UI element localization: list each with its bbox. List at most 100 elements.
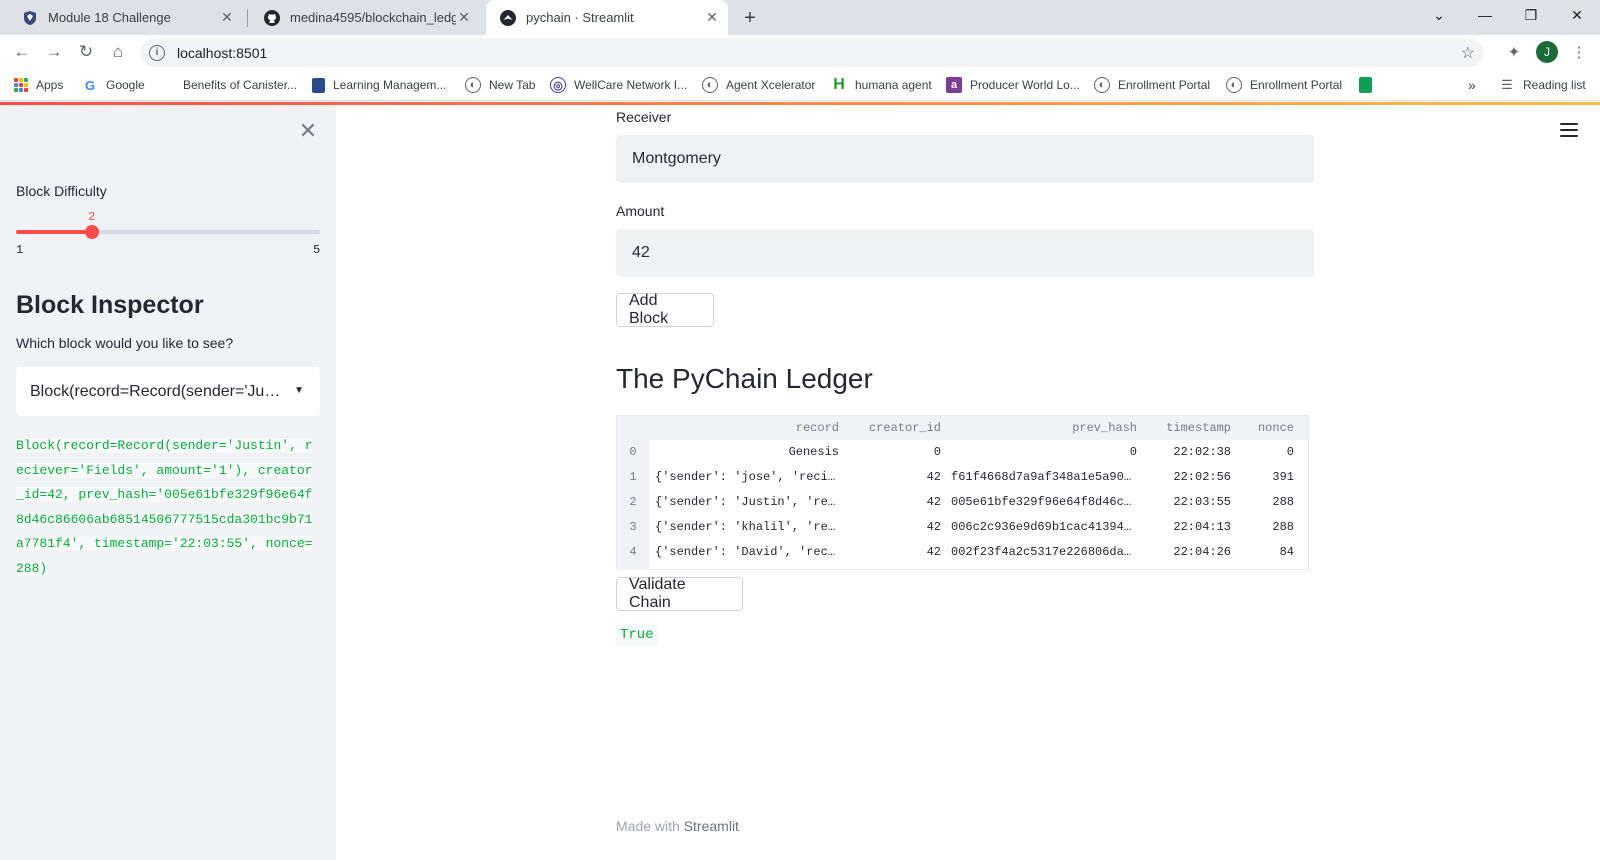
cell-creator-id: 42 [926,495,941,509]
amount-input[interactable]: 42 [616,229,1314,277]
bookmark-learning[interactable]: Learning Managem... [312,75,446,95]
address-bar[interactable]: i localhost:8501 ☆ [141,38,1483,67]
slider-thumb[interactable] [85,225,99,239]
wellcare-icon: ◎ [550,77,566,93]
bookmark-google[interactable]: G Google [82,75,145,95]
ledger-heading: The PyChain Ledger [616,363,873,394]
close-sidebar-icon[interactable]: ✕ [296,118,320,143]
block-selectbox[interactable]: Block(record=Record(sender='Justin', rec… [16,367,320,416]
globe-icon: ◐ [1226,77,1242,93]
streamlit-link[interactable]: Streamlit [684,818,739,834]
cell-prev-hash: 002f23f4a2c5317e226806daa… [951,545,1137,559]
bookmark-benefits[interactable]: Benefits of Canister... [159,75,297,95]
reading-list-label: Reading list [1523,78,1586,92]
back-arrow-icon[interactable]: ← [10,40,34,64]
reload-icon[interactable]: ↻ [74,40,98,64]
forward-arrow-icon[interactable]: → [42,40,66,64]
globe-icon: ◐ [465,77,481,93]
home-icon[interactable]: ⌂ [106,40,130,64]
bookmark-label: Producer World Lo... [970,78,1080,92]
cell-record: {'sender': 'David', 'reci… [655,545,839,559]
apps-grid-icon [14,78,28,92]
aetna-icon: a [946,77,962,93]
streamlit-icon [500,9,516,26]
column-header-prev-hash: prev_hash [1072,421,1137,435]
block-difficulty-slider[interactable]: 2 [16,210,320,239]
minimize-icon[interactable]: — [1462,0,1508,30]
cell-creator-id: 42 [926,545,941,559]
cell-record: {'sender': 'Justin', 'rec… [655,495,839,509]
block-output-text: Block(record=Record(sender='Justin', rec… [16,438,313,576]
reading-list-icon: ☰ [1501,77,1513,92]
cell-timestamp: 22:02:38 [1173,445,1231,459]
github-icon [264,9,280,26]
add-block-button[interactable]: Add Block [616,292,714,327]
browser-tab-bar: Module 18 Challenge ✕ medina4595/blockch… [0,0,1600,35]
sidebar: ✕ Block Difficulty 2 1 5 Block Inspector… [0,105,336,860]
info-icon[interactable]: i [149,44,165,61]
tab-title: Module 18 Challenge [48,10,171,25]
globe-icon: ◐ [1094,77,1110,93]
browser-tab-module18[interactable]: Module 18 Challenge ✕ [8,0,243,35]
block-difficulty-label: Block Difficulty [16,183,107,199]
bookmark-sheets[interactable] [1359,75,1380,95]
footer-prefix: Made with [616,818,680,834]
ledger-table[interactable]: record creator_id prev_hash timestamp no… [616,415,1309,570]
cell-timestamp: 22:04:13 [1173,520,1231,534]
column-header-nonce: nonce [1257,421,1294,435]
bookmark-humana[interactable]: H humana agent [831,75,932,95]
cell-record: {'sender': 'khalil', 'rec… [655,520,839,534]
restore-icon[interactable]: ❐ [1508,0,1554,30]
validate-chain-button[interactable]: Validate Chain [616,576,743,611]
cell-prev-hash: f61f4668d7a9af348a1e5a90c… [951,470,1137,484]
row-index: 4 [629,545,637,559]
bookmark-enrollment-1[interactable]: ◐ Enrollment Portal [1094,75,1210,95]
cell-nonce: 288 [1272,495,1294,509]
bookmarks-overflow-icon[interactable]: » [1468,75,1476,95]
table-header: record creator_id prev_hash timestamp no… [617,416,1308,440]
bookmark-label: Learning Managem... [333,78,447,92]
close-icon[interactable]: ✕ [219,9,235,26]
browser-tab-pychain[interactable]: pychain · Streamlit ✕ [486,0,728,35]
bookmark-apps[interactable]: Apps [14,75,63,95]
browser-tab-github[interactable]: medina4595/blockchain_ledger ✕ [250,0,480,35]
cell-creator-id: 42 [926,470,941,484]
cell-nonce: 84 [1279,545,1294,559]
url-text: localhost:8501 [177,44,268,61]
blank-icon [159,77,175,93]
caret-down-icon: ▼ [294,385,304,396]
shield-icon [22,10,38,26]
bookmark-label: Enrollment Portal [1118,78,1211,92]
cell-prev-hash: 006c2c936e9d69b1cac413949… [951,520,1137,534]
bookmark-agentx[interactable]: ◐ Agent Xcelerator [702,75,815,95]
slider-max-label: 5 [313,243,321,257]
tab-search-icon[interactable]: ⌄ [1416,0,1462,30]
selectbox-value: Block(record=Record(sender='Justin', rec… [30,382,282,400]
bookmark-newtab[interactable]: ◐ New Tab [465,75,535,95]
bookmark-label: Agent Xcelerator [726,78,816,92]
hamburger-menu-icon[interactable] [1560,123,1578,137]
kebab-menu-icon[interactable]: ⋮ [1568,41,1590,63]
bookmark-label: New Tab [489,78,536,92]
bookmark-star-icon[interactable]: ☆ [1461,43,1475,63]
close-icon[interactable]: ✕ [704,9,720,26]
footer: Made with Streamlit [616,818,739,834]
cell-timestamp: 22:02:56 [1173,470,1231,484]
bookmark-label: WellCare Network I... [574,78,688,92]
cell-record: {'sender': 'jose', 'recie… [655,470,839,484]
cell-creator-id: 0 [933,445,941,459]
bookmark-producer[interactable]: a Producer World Lo... [946,75,1080,95]
main-content: Receiver Montgomery Amount 42 Add Block … [336,105,1600,860]
row-index: 2 [629,495,637,509]
receiver-input[interactable]: Montgomery [616,135,1314,183]
bookmark-wellcare[interactable]: ◎ WellCare Network I... [550,75,687,95]
profile-avatar[interactable]: J [1536,41,1558,63]
new-tab-button[interactable]: + [738,6,762,30]
bookmark-enrollment-2[interactable]: ◐ Enrollment Portal [1226,75,1342,95]
cell-prev-hash: 005e61bfe329f96e64f8d46c8… [951,495,1137,509]
extensions-puzzle-icon[interactable]: ✦ [1503,41,1525,63]
window-close-icon[interactable]: ✕ [1554,0,1600,30]
reading-list-button[interactable]: ☰ Reading list [1499,75,1586,95]
bookmarks-bar: Apps G Google Benefits of Canister... Le… [0,69,1600,101]
close-icon[interactable]: ✕ [456,9,472,26]
